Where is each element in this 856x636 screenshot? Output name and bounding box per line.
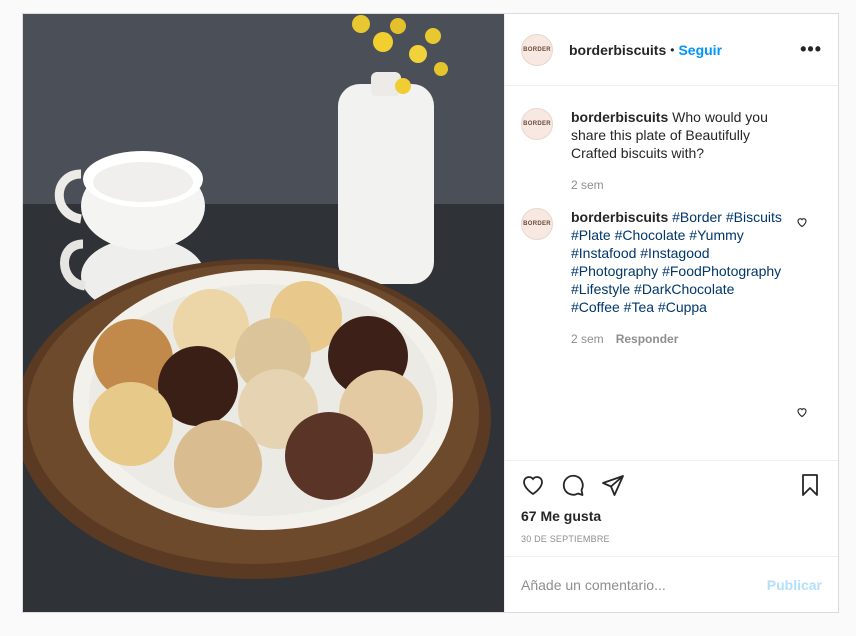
avatar[interactable]: BORDER (521, 108, 553, 140)
bookmark-icon[interactable] (798, 473, 822, 497)
reply-button[interactable]: Responder (616, 330, 679, 348)
instagram-post: BORDER borderbiscuits • Seguir ••• BORDE… (22, 13, 839, 613)
caption-username[interactable]: borderbiscuits (571, 109, 668, 125)
comments-section: BORDER borderbiscuits Who would you shar… (505, 86, 838, 460)
follow-button[interactable]: Seguir (678, 42, 722, 58)
comment: BORDER borderbiscuits #Border #Biscuits … (521, 208, 822, 348)
comment-like-heart-icon[interactable] (796, 216, 808, 228)
comment-meta: 2 sem Responder (571, 330, 787, 348)
caption-time[interactable]: 2 sem (571, 176, 604, 194)
heart-icon[interactable] (796, 406, 808, 418)
comment-bubble-icon[interactable] (561, 473, 585, 497)
comment-time[interactable]: 2 sem (571, 330, 604, 348)
comment-body: borderbiscuits #Border #Biscuits #Plate … (571, 208, 787, 348)
avatar[interactable]: BORDER (521, 208, 553, 240)
caption-meta: 2 sem (571, 176, 787, 194)
comment-username[interactable]: borderbiscuits (571, 209, 668, 225)
share-paper-plane-icon[interactable] (601, 473, 625, 497)
header-username[interactable]: borderbiscuits (569, 42, 666, 58)
post-photo[interactable] (23, 14, 504, 612)
post-header: BORDER borderbiscuits • Seguir ••• (505, 14, 838, 86)
caption-body: borderbiscuits Who would you share this … (571, 108, 787, 194)
action-bar (505, 460, 838, 508)
post-sidebar: BORDER borderbiscuits • Seguir ••• BORDE… (504, 14, 838, 612)
separator-dot: • (670, 42, 675, 57)
caption: BORDER borderbiscuits Who would you shar… (521, 108, 822, 194)
comment-input[interactable]: Añade un comentario... (521, 577, 767, 593)
add-comment-bar: Añade un comentario... Publicar (505, 556, 838, 612)
post-date[interactable]: 30 DE SEPTIEMBRE (505, 530, 838, 556)
like-heart-icon[interactable] (521, 473, 545, 497)
biscuits-photo (23, 14, 504, 612)
likes-count[interactable]: 67 Me gusta (505, 508, 838, 530)
more-options-icon[interactable]: ••• (800, 39, 822, 60)
publish-button[interactable]: Publicar (767, 577, 822, 593)
avatar[interactable]: BORDER (521, 33, 553, 66)
